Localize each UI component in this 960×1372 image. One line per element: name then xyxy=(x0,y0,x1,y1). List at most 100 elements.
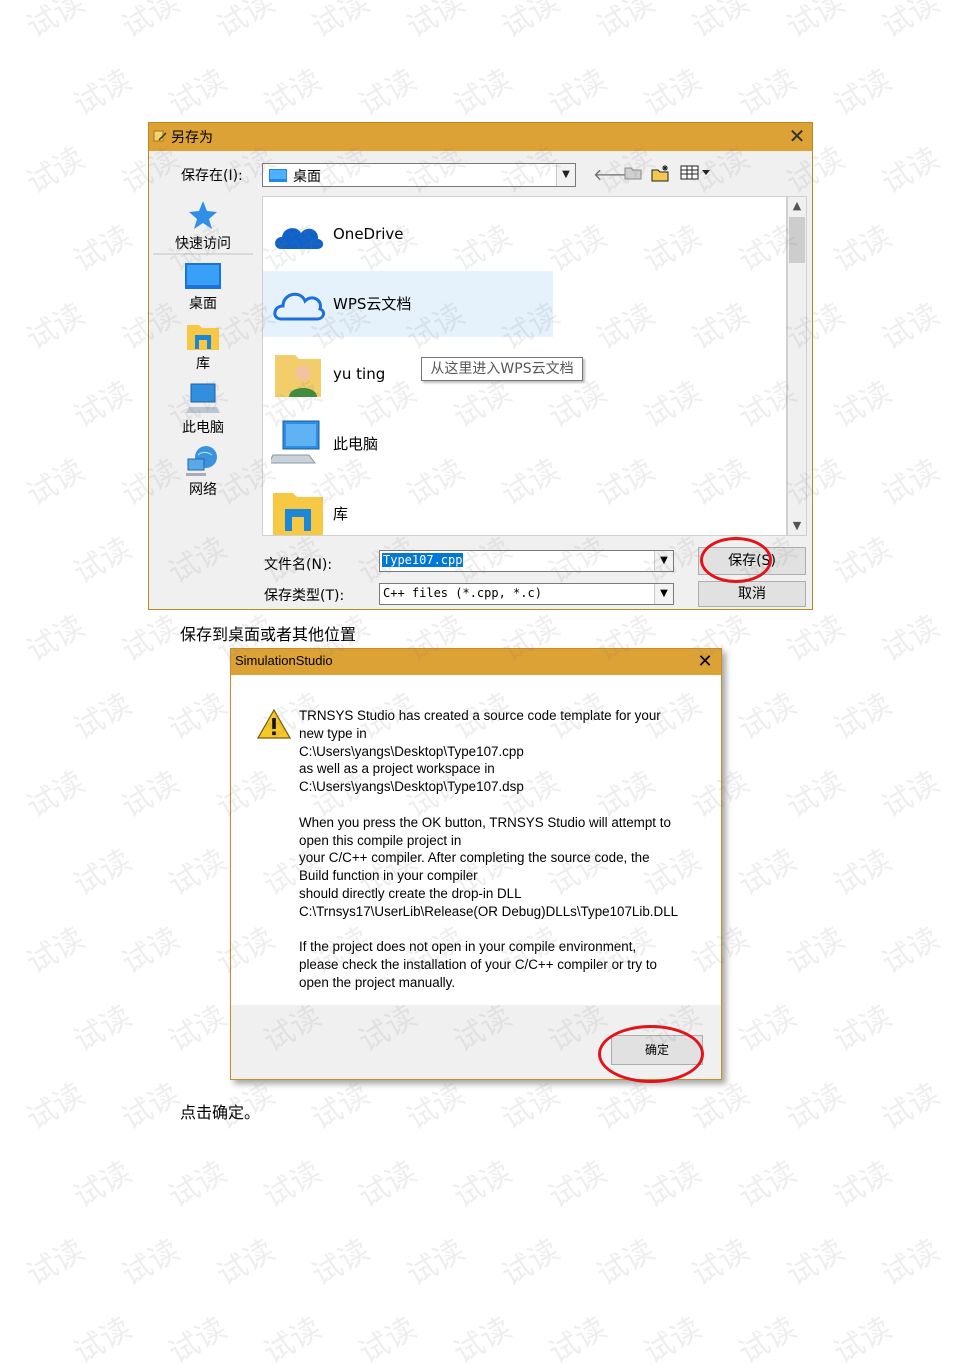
watermark-text: 试读 xyxy=(828,1310,898,1372)
message-text: TRNSYS Studio has created a source code … xyxy=(299,707,678,992)
file-item-wps-cloud[interactable]: WPS云文档 xyxy=(263,271,553,337)
watermark-text: 试读 xyxy=(733,62,803,124)
message-line xyxy=(299,921,678,939)
scroll-up-icon[interactable]: ▲ xyxy=(788,197,806,215)
watermark-text: 试读 xyxy=(306,0,376,46)
watermark-text: 试读 xyxy=(68,218,138,280)
tooltip: 从这里进入WPS云文档 xyxy=(421,357,583,381)
watermark-text: 试读 xyxy=(68,530,138,592)
watermark-text: 试读 xyxy=(733,1310,803,1372)
watermark-text: 试读 xyxy=(401,1076,471,1138)
watermark-text: 试读 xyxy=(163,842,233,904)
watermark-text: 试读 xyxy=(163,1154,233,1216)
watermark-text: 试读 xyxy=(21,764,91,826)
message-line: your C/C++ compiler. After completing th… xyxy=(299,850,650,866)
computer-icon xyxy=(186,383,220,413)
watermark-text: 试读 xyxy=(876,296,946,358)
warning-icon xyxy=(257,709,291,739)
watermark-text: 试读 xyxy=(68,1154,138,1216)
filetype-dropdown[interactable]: C++ files (*.cpp, *.c) ▼ xyxy=(379,583,674,605)
close-button[interactable]: ✕ xyxy=(785,124,809,148)
close-button[interactable]: ✕ xyxy=(693,650,717,674)
filename-value: Type107.cpp xyxy=(382,553,464,567)
cancel-button[interactable]: 取消 xyxy=(698,581,806,607)
view-menu-icon[interactable] xyxy=(679,164,713,186)
watermark-text: 试读 xyxy=(116,608,186,670)
watermark-text: 试读 xyxy=(21,608,91,670)
places-divider xyxy=(153,253,253,255)
place-library[interactable]: 库 xyxy=(149,321,257,373)
location-dropdown[interactable]: 桌面 ▼ xyxy=(262,163,576,187)
watermark-text: 试读 xyxy=(448,62,518,124)
watermark-text: 试读 xyxy=(591,1232,661,1294)
chevron-down-icon[interactable]: ▼ xyxy=(654,551,673,571)
message-line: new type in xyxy=(299,725,367,741)
watermark-text: 试读 xyxy=(543,1310,613,1372)
message-line: C:\Trnsys17\UserLib\Release(OR Debug)DLL… xyxy=(299,903,679,919)
watermark-text: 试读 xyxy=(828,1154,898,1216)
watermark-text: 试读 xyxy=(496,1232,566,1294)
watermark-text: 试读 xyxy=(781,1232,851,1294)
message-line: open the project manually. xyxy=(299,974,456,990)
watermark-text: 试读 xyxy=(828,218,898,280)
scrollbar-thumb[interactable] xyxy=(789,217,805,263)
watermark-text: 试读 xyxy=(733,1154,803,1216)
quick-access-star-icon xyxy=(189,201,217,229)
message-line xyxy=(299,796,678,814)
message-line: Build function in your compiler xyxy=(299,868,478,884)
watermark-text: 试读 xyxy=(828,374,898,436)
watermark-text: 试读 xyxy=(876,1232,946,1294)
place-this-pc[interactable]: 此电脑 xyxy=(149,383,257,437)
watermark-text: 试读 xyxy=(116,1232,186,1294)
watermark-text: 试读 xyxy=(496,0,566,46)
new-folder-icon[interactable] xyxy=(649,164,673,186)
back-arrow-icon[interactable]: 🡐 xyxy=(593,164,636,186)
watermark-text: 试读 xyxy=(638,1154,708,1216)
watermark-text: 试读 xyxy=(21,452,91,514)
message-line: When you press the OK button, TRNSYS Stu… xyxy=(299,814,671,830)
up-folder-icon[interactable] xyxy=(621,164,645,186)
file-item-onedrive[interactable]: OneDrive xyxy=(263,203,563,265)
watermark-text: 试读 xyxy=(733,842,803,904)
watermark-text: 试读 xyxy=(21,1232,91,1294)
watermark-text: 试读 xyxy=(68,842,138,904)
place-quick-access[interactable]: 快速访问 xyxy=(149,199,257,253)
watermark-text: 试读 xyxy=(876,764,946,826)
watermark-text: 试读 xyxy=(591,0,661,46)
watermark-text: 试读 xyxy=(781,1076,851,1138)
message-line: please check the installation of your C/… xyxy=(299,957,657,973)
watermark-text: 试读 xyxy=(638,62,708,124)
chevron-down-icon[interactable]: ▼ xyxy=(654,584,673,604)
caption-save-location: 保存到桌面或者其他位置 xyxy=(180,625,357,644)
watermark-text: 试读 xyxy=(828,530,898,592)
filetype-label: 保存类型(T): xyxy=(264,588,345,604)
watermark-text: 试读 xyxy=(448,1310,518,1372)
scroll-down-icon[interactable]: ▼ xyxy=(788,517,806,535)
chevron-down-icon[interactable]: ▼ xyxy=(556,164,575,186)
message-line: C:\Users\yangs\Desktop\Type107.cpp xyxy=(299,743,524,759)
watermark-text: 试读 xyxy=(828,998,898,1060)
watermark-text: 试读 xyxy=(686,1076,756,1138)
watermark-text: 试读 xyxy=(353,1154,423,1216)
save-as-dialog: 另存为 ✕ 保存在(I): 桌面 ▼ 🡐 快速访问 桌面 库 此电脑 网络 On… xyxy=(148,122,813,610)
watermark-text: 试读 xyxy=(686,1232,756,1294)
watermark-text: 试读 xyxy=(116,0,186,46)
place-desktop[interactable]: 桌面 xyxy=(149,263,257,313)
watermark-text: 试读 xyxy=(828,842,898,904)
filename-input[interactable]: Type107.cpp ▼ xyxy=(379,550,674,572)
watermark-text: 试读 xyxy=(211,0,281,46)
file-item-library[interactable]: 库 xyxy=(263,481,563,535)
computer-icon xyxy=(271,420,320,464)
watermark-text: 试读 xyxy=(68,998,138,1060)
watermark-text: 试读 xyxy=(21,296,91,358)
desktop-icon xyxy=(269,169,287,182)
user-folder-icon xyxy=(275,355,321,397)
watermark-text: 试读 xyxy=(116,1076,186,1138)
library-folder-icon xyxy=(187,325,219,350)
place-network[interactable]: 网络 xyxy=(149,445,257,499)
watermark-text: 试读 xyxy=(21,0,91,46)
file-item-this-pc[interactable]: 此电脑 xyxy=(263,411,563,473)
watermark-text: 试读 xyxy=(353,1310,423,1372)
file-list-scrollbar[interactable]: ▲ ▼ xyxy=(787,196,807,536)
dialog-titlebar: 另存为 ✕ xyxy=(149,123,812,151)
